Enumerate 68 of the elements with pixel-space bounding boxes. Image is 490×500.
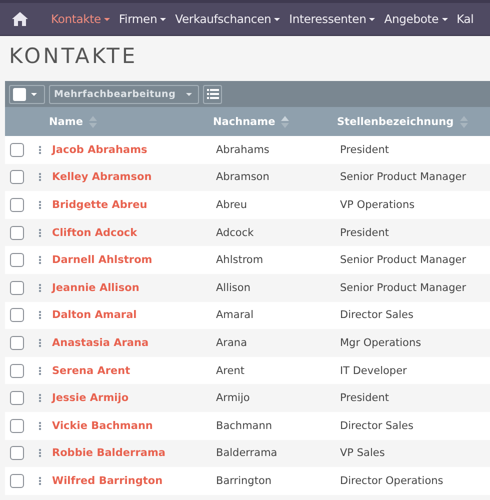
row-checkbox[interactable] <box>10 170 24 184</box>
contact-name-link[interactable]: Serena Arent <box>52 364 130 377</box>
column-header[interactable]: Stellenbezeichnung <box>337 116 454 128</box>
contact-name-link[interactable]: Jeannie Allison <box>52 282 140 294</box>
list-icon <box>206 89 218 99</box>
last-name-cell: Ahlstrom <box>216 254 264 266</box>
column-chooser-button[interactable] <box>203 84 222 104</box>
contact-name-link[interactable]: Vickie Bachmann <box>52 420 153 432</box>
job-title-cell: Senior Product Manager <box>340 254 466 266</box>
job-title-cell: VP Operations <box>340 198 415 211</box>
last-name-cell: Armijo <box>216 392 250 404</box>
job-title-cell: Director Sales <box>340 420 414 432</box>
page-title: KONTAKTE <box>8 43 139 70</box>
row-checkbox[interactable] <box>10 280 24 295</box>
last-name-cell: Abreu <box>216 198 248 211</box>
contact-name-link[interactable]: Bridgette Abreu <box>52 198 148 211</box>
nav-menu-item[interactable]: Kontakte <box>51 12 110 26</box>
job-title-cell: Senior Product Manager <box>340 282 466 294</box>
contact-name-link[interactable]: Darnell Ahlstrom <box>52 254 152 266</box>
contact-name-link[interactable]: Jessie Armijo <box>52 392 129 404</box>
last-name-cell: Barrington <box>216 474 272 487</box>
last-name-cell: Abrahams <box>216 144 270 156</box>
job-title-cell: Mgr Operations <box>340 336 422 349</box>
nav-menu-item[interactable]: Interessenten <box>289 12 376 26</box>
home-icon[interactable] <box>12 12 28 26</box>
contact-name-link[interactable]: Robbie Balderrama <box>52 447 166 460</box>
contact-name-link[interactable]: Clifton Adcock <box>52 226 138 239</box>
nav-menu-item[interactable]: Verkaufschancen <box>175 12 280 26</box>
row-checkbox[interactable] <box>10 418 24 433</box>
last-name-cell: Abramson <box>216 171 270 184</box>
row-checkbox[interactable] <box>10 474 24 488</box>
sort-icon[interactable] <box>281 116 290 128</box>
contact-name-link[interactable]: Kelley Abramson <box>52 171 152 184</box>
job-title-cell: IT Developer <box>340 364 407 377</box>
row-checkbox[interactable] <box>10 253 24 268</box>
last-name-cell: Arana <box>216 336 248 349</box>
nav-menu-item[interactable]: Firmen <box>118 12 166 26</box>
row-checkbox[interactable] <box>10 308 24 322</box>
column-header[interactable]: Nachname <box>213 116 276 128</box>
bulk-action-dropdown[interactable]: Mehrfachbearbeitung <box>49 84 199 104</box>
contact-name-link[interactable]: Wilfred Barrington <box>52 474 163 487</box>
last-name-cell: Bachmann <box>216 420 272 432</box>
row-checkbox[interactable] <box>10 336 24 350</box>
job-title-cell: President <box>340 226 389 239</box>
row-checkbox[interactable] <box>10 142 24 157</box>
row-checkbox[interactable] <box>10 364 24 378</box>
last-name-cell: Allison <box>216 282 250 294</box>
last-name-cell: Amaral <box>216 309 254 322</box>
column-header[interactable]: Name <box>49 116 83 128</box>
contact-name-link[interactable]: Jacob Abrahams <box>52 144 148 156</box>
job-title-cell: President <box>340 144 389 156</box>
job-title-cell: Director Sales <box>340 309 414 322</box>
last-name-cell: Adcock <box>216 226 254 239</box>
job-title-cell: VP Sales <box>340 447 385 460</box>
row-checkbox[interactable] <box>10 446 24 460</box>
last-name-cell: Balderrama <box>216 447 278 460</box>
row-checkbox[interactable] <box>10 198 24 212</box>
nav-menu-item[interactable]: Kal <box>456 12 474 26</box>
job-title-cell: Senior Product Manager <box>340 171 466 184</box>
last-name-cell: Arent <box>216 364 245 377</box>
select-all-dropdown[interactable] <box>9 84 45 104</box>
contact-name-link[interactable]: Dalton Amaral <box>52 309 137 322</box>
nav-menu-item[interactable]: Angebote <box>384 12 448 26</box>
job-title-cell: President <box>340 392 389 404</box>
contact-name-link[interactable]: Anastasia Arana <box>52 336 149 349</box>
job-title-cell: Director Operations <box>340 474 444 487</box>
row-checkbox[interactable] <box>10 391 24 406</box>
row-checkbox[interactable] <box>10 226 24 240</box>
